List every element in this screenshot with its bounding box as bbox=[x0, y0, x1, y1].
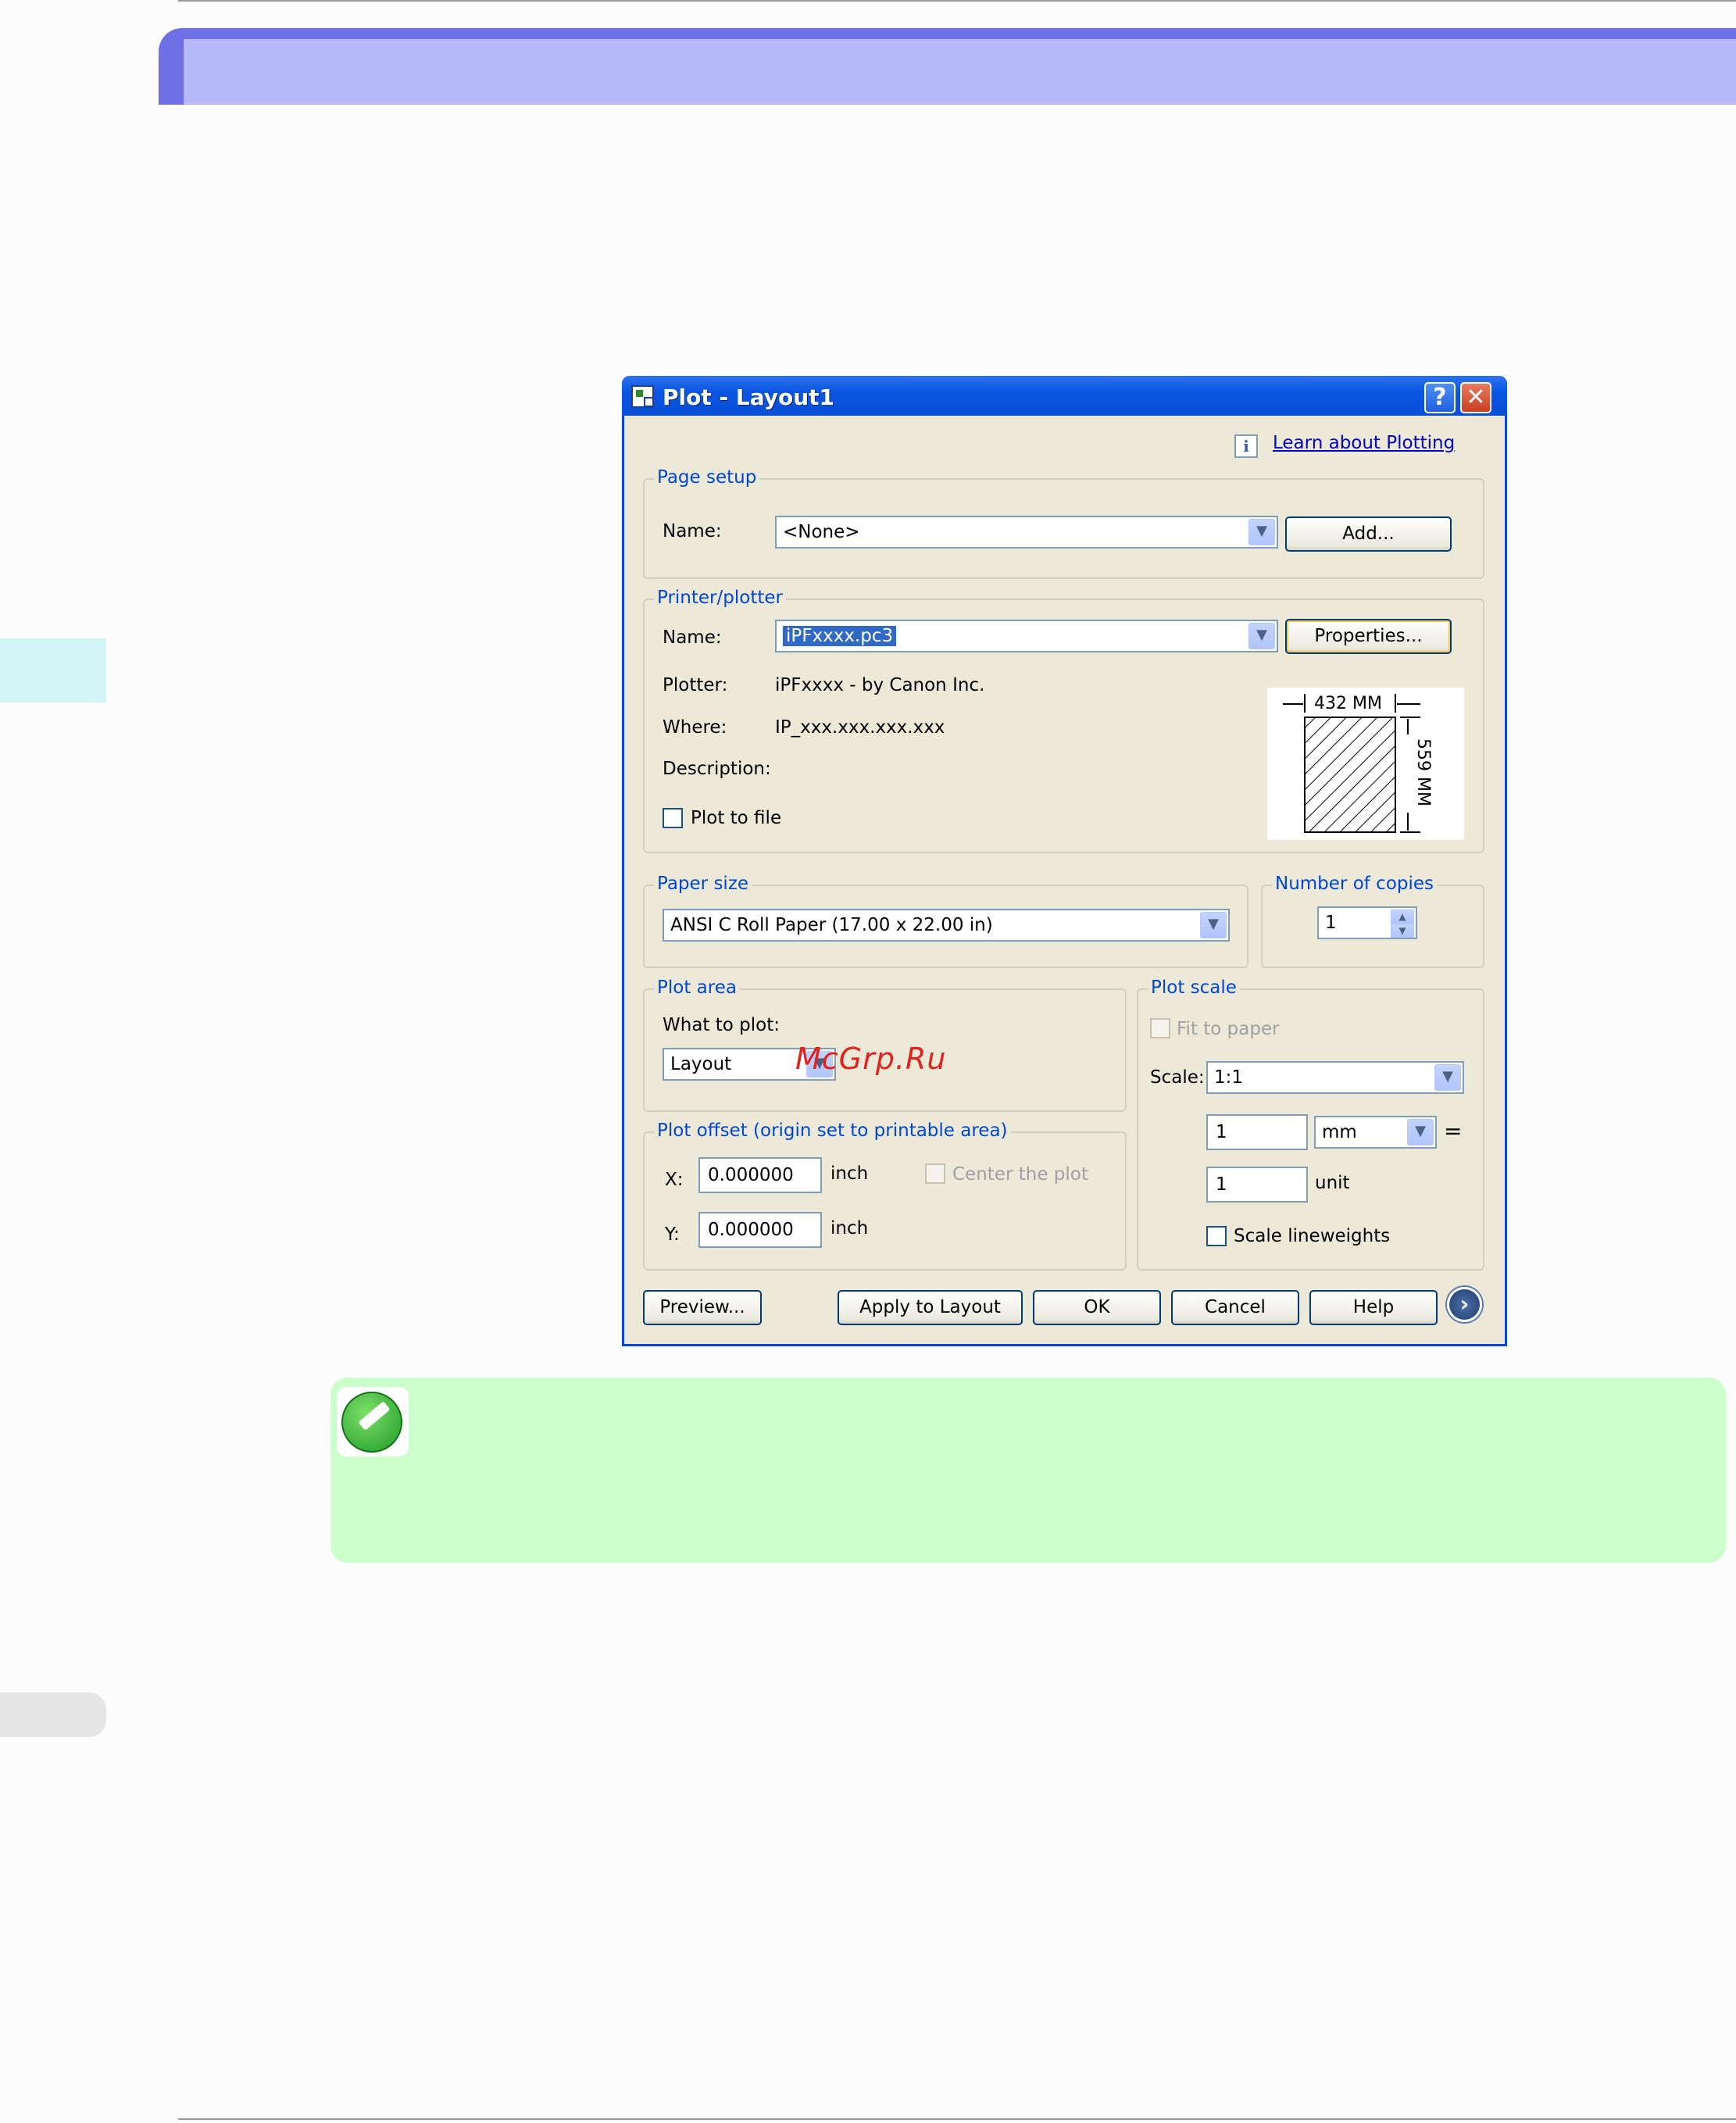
scale-unit-input[interactable]: 1 bbox=[1206, 1167, 1308, 1203]
scale-select[interactable]: 1:1 ▼ bbox=[1206, 1061, 1464, 1094]
scale-value: 1:1 bbox=[1214, 1067, 1244, 1088]
what-to-plot-value: Layout bbox=[670, 1054, 732, 1074]
scale-unit-label: unit bbox=[1315, 1173, 1350, 1193]
apply-to-layout-button[interactable]: Apply to Layout bbox=[838, 1290, 1023, 1325]
plot-app-icon bbox=[631, 385, 654, 408]
spin-down-icon[interactable]: ▼ bbox=[1391, 924, 1414, 938]
plot-to-file-label: Plot to file bbox=[691, 808, 782, 828]
page-setup-name-select[interactable]: <None> ▼ bbox=[775, 516, 1278, 549]
scale-label: Scale: bbox=[1150, 1067, 1205, 1088]
description-label: Description: bbox=[663, 759, 771, 779]
printer-name-select[interactable]: iPFxxxx.pc3 ▼ bbox=[775, 620, 1278, 652]
chevron-down-icon[interactable]: ▼ bbox=[1248, 519, 1275, 545]
paper-size-title: Paper size bbox=[654, 874, 752, 894]
x-label: X: bbox=[665, 1170, 684, 1190]
note-box bbox=[330, 1378, 1726, 1563]
paper-size-value: ANSI C Roll Paper (17.00 x 22.00 in) bbox=[670, 915, 993, 935]
add-button[interactable]: Add... bbox=[1285, 516, 1452, 552]
page-setup-name-label: Name: bbox=[663, 521, 722, 541]
x-offset-input[interactable]: 0.000000 bbox=[698, 1157, 822, 1193]
learn-about-plotting-link[interactable]: Learn about Plotting bbox=[1273, 433, 1455, 453]
plot-area-title: Plot area bbox=[654, 978, 740, 998]
y-unit-label: inch bbox=[830, 1218, 869, 1238]
copies-value: 1 bbox=[1325, 913, 1337, 933]
printer-plotter-title: Printer/plotter bbox=[654, 588, 786, 608]
where-label: Where: bbox=[663, 717, 727, 738]
y-offset-input[interactable]: 0.000000 bbox=[698, 1212, 822, 1248]
dialog-title: Plot - Layout1 bbox=[663, 384, 835, 410]
copies-stepper[interactable]: 1 ▲ ▼ bbox=[1317, 906, 1417, 939]
plotter-label: Plotter: bbox=[663, 675, 728, 695]
paper-size-select[interactable]: ANSI C Roll Paper (17.00 x 22.00 in) ▼ bbox=[663, 909, 1230, 942]
dialog-titlebar[interactable]: Plot - Layout1 ? ✕ bbox=[622, 376, 1507, 416]
scale-lineweights-label: Scale lineweights bbox=[1234, 1226, 1391, 1246]
side-index-tab[interactable] bbox=[0, 1692, 106, 1737]
printer-name-label: Name: bbox=[663, 627, 722, 648]
plot-dialog: Plot - Layout1 ? ✕ i Learn about Plottin… bbox=[622, 376, 1507, 1346]
scale-unit-select[interactable]: mm ▼ bbox=[1314, 1116, 1437, 1149]
scale-mm-input[interactable]: 1 bbox=[1206, 1114, 1308, 1150]
plot-scale-title: Plot scale bbox=[1148, 978, 1240, 998]
printer-name-value: iPFxxxx.pc3 bbox=[783, 626, 897, 646]
plot-offset-group: Plot offset (origin set to printable are… bbox=[643, 1120, 1127, 1271]
cancel-button[interactable]: Cancel bbox=[1171, 1290, 1299, 1325]
chevron-down-icon[interactable]: ▼ bbox=[1248, 623, 1275, 649]
note-pencil-icon bbox=[337, 1387, 409, 1456]
what-to-plot-label: What to plot: bbox=[663, 1015, 780, 1035]
preview-height-label: 559 MM bbox=[1413, 738, 1433, 806]
copies-title: Number of copies bbox=[1272, 874, 1438, 894]
plot-to-file-checkbox[interactable] bbox=[663, 808, 683, 828]
chevron-down-icon[interactable]: ▼ bbox=[1407, 1119, 1434, 1145]
plotter-value: iPFxxxx - by Canon Inc. bbox=[775, 675, 985, 695]
properties-button[interactable]: Properties... bbox=[1285, 619, 1452, 654]
side-chapter-tab[interactable] bbox=[0, 638, 106, 702]
bottom-rule bbox=[178, 2118, 1736, 2120]
header-banner-inner bbox=[184, 39, 1736, 105]
more-options-icon[interactable]: › bbox=[1447, 1287, 1482, 1322]
center-plot-label: Center the plot bbox=[952, 1164, 1088, 1185]
preview-width-label: 432 MM bbox=[1314, 694, 1382, 713]
scale-unit-value: mm bbox=[1322, 1122, 1357, 1142]
y-label: Y: bbox=[665, 1224, 680, 1245]
top-rule bbox=[178, 0, 1736, 2]
center-plot-checkbox[interactable] bbox=[925, 1163, 945, 1184]
chevron-down-icon[interactable]: ▼ bbox=[1434, 1064, 1461, 1091]
page-setup-title: Page setup bbox=[654, 467, 760, 488]
where-value: IP_xxx.xxx.xxx.xxx bbox=[775, 717, 945, 738]
help-button[interactable]: Help bbox=[1309, 1290, 1438, 1325]
paper-preview: 432 MM 559 MM bbox=[1267, 688, 1464, 840]
fit-to-paper-label: Fit to paper bbox=[1177, 1019, 1280, 1039]
x-unit-label: inch bbox=[830, 1163, 869, 1184]
fit-to-paper-checkbox[interactable] bbox=[1150, 1018, 1170, 1038]
ok-button[interactable]: OK bbox=[1033, 1290, 1161, 1325]
preview-button[interactable]: Preview... bbox=[643, 1290, 762, 1325]
info-icon: i bbox=[1234, 434, 1258, 458]
page-setup-name-value: <None> bbox=[783, 522, 860, 542]
plot-offset-title: Plot offset (origin set to printable are… bbox=[654, 1120, 1011, 1141]
chevron-down-icon[interactable]: ▼ bbox=[1200, 912, 1227, 938]
help-title-button[interactable]: ? bbox=[1424, 382, 1456, 413]
spin-up-icon[interactable]: ▲ bbox=[1391, 910, 1414, 924]
scale-lineweights-checkbox[interactable] bbox=[1206, 1226, 1227, 1246]
close-button[interactable]: ✕ bbox=[1460, 382, 1491, 413]
watermark: McGrp.Ru bbox=[795, 1042, 947, 1076]
equals-sign: = bbox=[1444, 1118, 1463, 1144]
